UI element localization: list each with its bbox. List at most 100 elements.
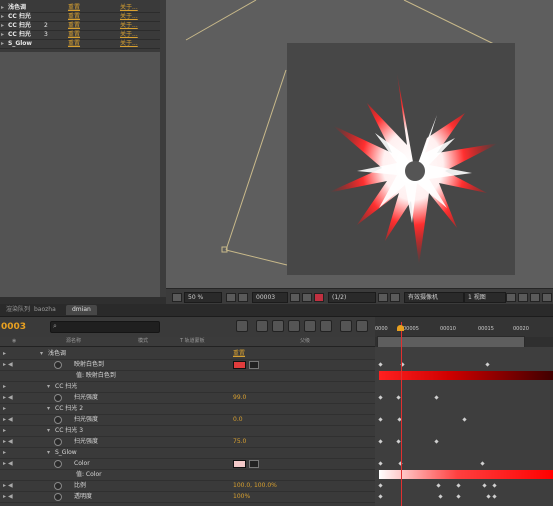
search-input[interactable]: [50, 321, 160, 333]
effect-row[interactable]: ▸ 浅色调 重置 关于...: [0, 4, 165, 13]
stopwatch-icon[interactable]: [54, 482, 62, 490]
keyframe-marker[interactable]: [378, 483, 383, 488]
keyframe-nav-icon[interactable]: ◀: [8, 436, 13, 447]
twirl-icon[interactable]: ▸: [3, 359, 6, 370]
color-swatch[interactable]: [233, 361, 246, 369]
view-layout-dropdown[interactable]: 1 视图: [464, 292, 506, 303]
keyframe-marker[interactable]: [438, 494, 443, 499]
about-link[interactable]: 关于...: [120, 22, 138, 30]
about-link[interactable]: 关于...: [120, 4, 138, 12]
twirl-down-icon[interactable]: ▾: [47, 425, 50, 436]
zoom-dropdown[interactable]: 50 %: [184, 292, 222, 303]
twirl-down-icon[interactable]: ▾: [47, 381, 50, 392]
fast-preview-icon[interactable]: [518, 293, 528, 302]
column-mode[interactable]: 模式: [138, 337, 148, 346]
keyframe-nav-icon[interactable]: ◀: [8, 392, 13, 403]
twirl-icon[interactable]: ▸: [3, 447, 6, 458]
twirl-icon[interactable]: ▸: [1, 22, 4, 30]
snapshot-icon[interactable]: [290, 293, 300, 302]
stopwatch-icon[interactable]: [54, 416, 62, 424]
effect-row[interactable]: ▸ CC 扫光 3 重置 关于...: [0, 31, 165, 40]
column-source-name[interactable]: 源名称: [66, 337, 81, 346]
show-snapshot-icon[interactable]: [302, 293, 312, 302]
twirl-icon[interactable]: ▸: [3, 491, 6, 502]
comp-mini-flowchart-icon[interactable]: [236, 320, 248, 332]
eye-icon[interactable]: ◉: [12, 337, 16, 346]
twirl-icon[interactable]: ▸: [1, 13, 4, 21]
composition-viewer[interactable]: [166, 0, 553, 288]
twirl-icon[interactable]: ▸: [3, 348, 6, 359]
flowchart-icon[interactable]: [542, 293, 552, 302]
twirl-icon[interactable]: ▸: [3, 480, 6, 491]
stopwatch-icon[interactable]: [54, 493, 62, 501]
keyframe-nav-icon[interactable]: ◀: [8, 414, 13, 425]
twirl-icon[interactable]: ▸: [3, 403, 6, 414]
keyframe-marker[interactable]: [462, 417, 467, 422]
about-link[interactable]: 关于...: [120, 13, 138, 21]
camera-dropdown[interactable]: 有效摄像机: [404, 292, 464, 303]
stopwatch-icon[interactable]: [54, 361, 62, 369]
eyedropper-icon[interactable]: [249, 460, 259, 468]
keyframe-marker[interactable]: [492, 494, 497, 499]
about-link[interactable]: 关于...: [120, 31, 138, 39]
stopwatch-icon[interactable]: [54, 438, 62, 446]
reset-link[interactable]: 重置: [68, 4, 80, 12]
reset-link[interactable]: 重置: [233, 348, 245, 359]
region-of-interest-icon[interactable]: [378, 293, 388, 302]
hide-shy-icon[interactable]: [272, 320, 284, 332]
twirl-icon[interactable]: ▸: [3, 414, 6, 425]
tab-baozha[interactable]: baozha: [28, 305, 62, 315]
property-value[interactable]: 75.0: [233, 436, 246, 447]
toggle-pixel-aspect-icon[interactable]: [506, 293, 516, 302]
property-value[interactable]: 100%: [233, 491, 250, 502]
effect-row[interactable]: ▸ CC 扫光 2 重置 关于...: [0, 22, 165, 31]
stopwatch-icon[interactable]: [54, 394, 62, 402]
property-value[interactable]: 0.0: [233, 414, 243, 425]
keyframe-marker[interactable]: [378, 395, 383, 400]
twirl-icon[interactable]: ▸: [1, 40, 4, 48]
twirl-icon[interactable]: ▸: [3, 381, 6, 392]
twirl-icon[interactable]: ▸: [3, 425, 6, 436]
reset-link[interactable]: 重置: [68, 22, 80, 30]
keyframe-marker[interactable]: [485, 362, 490, 367]
keyframe-marker[interactable]: [482, 483, 487, 488]
keyframe-marker[interactable]: [396, 439, 401, 444]
current-time-display[interactable]: 00003: [252, 292, 288, 303]
timeline-icon[interactable]: [530, 293, 540, 302]
stopwatch-icon[interactable]: [54, 460, 62, 468]
property-row[interactable]: ▸ ◀ 透明度 100%: [0, 491, 375, 503]
twirl-icon[interactable]: ▸: [1, 4, 4, 12]
always-preview-icon[interactable]: [172, 293, 182, 302]
tab-dmian[interactable]: dmian: [66, 305, 97, 315]
twirl-down-icon[interactable]: ▾: [40, 348, 43, 359]
twirl-icon[interactable]: ▸: [3, 436, 6, 447]
color-swatch[interactable]: [233, 460, 246, 468]
keyframe-nav-icon[interactable]: ◀: [8, 359, 13, 370]
frame-blending-icon[interactable]: [288, 320, 300, 332]
keyframe-nav-icon[interactable]: ◀: [8, 480, 13, 491]
keyframe-marker[interactable]: [456, 483, 461, 488]
keyframe-marker[interactable]: [480, 461, 485, 466]
playhead[interactable]: [401, 322, 402, 506]
reset-link[interactable]: 重置: [68, 31, 80, 39]
effect-row[interactable]: ▸ CC 扫光 重置 关于...: [0, 13, 165, 22]
keyframe-marker[interactable]: [378, 362, 383, 367]
playhead-handle[interactable]: [397, 325, 404, 331]
eyedropper-icon[interactable]: [249, 361, 259, 369]
keyframe-marker[interactable]: [378, 439, 383, 444]
keyframe-marker[interactable]: [378, 417, 383, 422]
column-parent[interactable]: 父级: [300, 337, 310, 346]
column-trkmat[interactable]: T 轨道蒙板: [180, 337, 205, 346]
effect-row[interactable]: ▸ S_Glow 重置 关于...: [0, 40, 165, 49]
keyframe-nav-icon[interactable]: ◀: [8, 458, 13, 469]
keyframe-marker[interactable]: [486, 494, 491, 499]
twirl-down-icon[interactable]: ▾: [47, 447, 50, 458]
brainstorm-icon[interactable]: [340, 320, 352, 332]
twirl-down-icon[interactable]: ▾: [47, 403, 50, 414]
property-value[interactable]: 100.0, 100.0%: [233, 480, 277, 491]
auto-keyframe-icon[interactable]: [356, 320, 368, 332]
transparency-grid-icon[interactable]: [390, 293, 400, 302]
motion-blur-icon[interactable]: [304, 320, 316, 332]
reset-link[interactable]: 重置: [68, 40, 80, 48]
grid-icon[interactable]: [238, 293, 248, 302]
